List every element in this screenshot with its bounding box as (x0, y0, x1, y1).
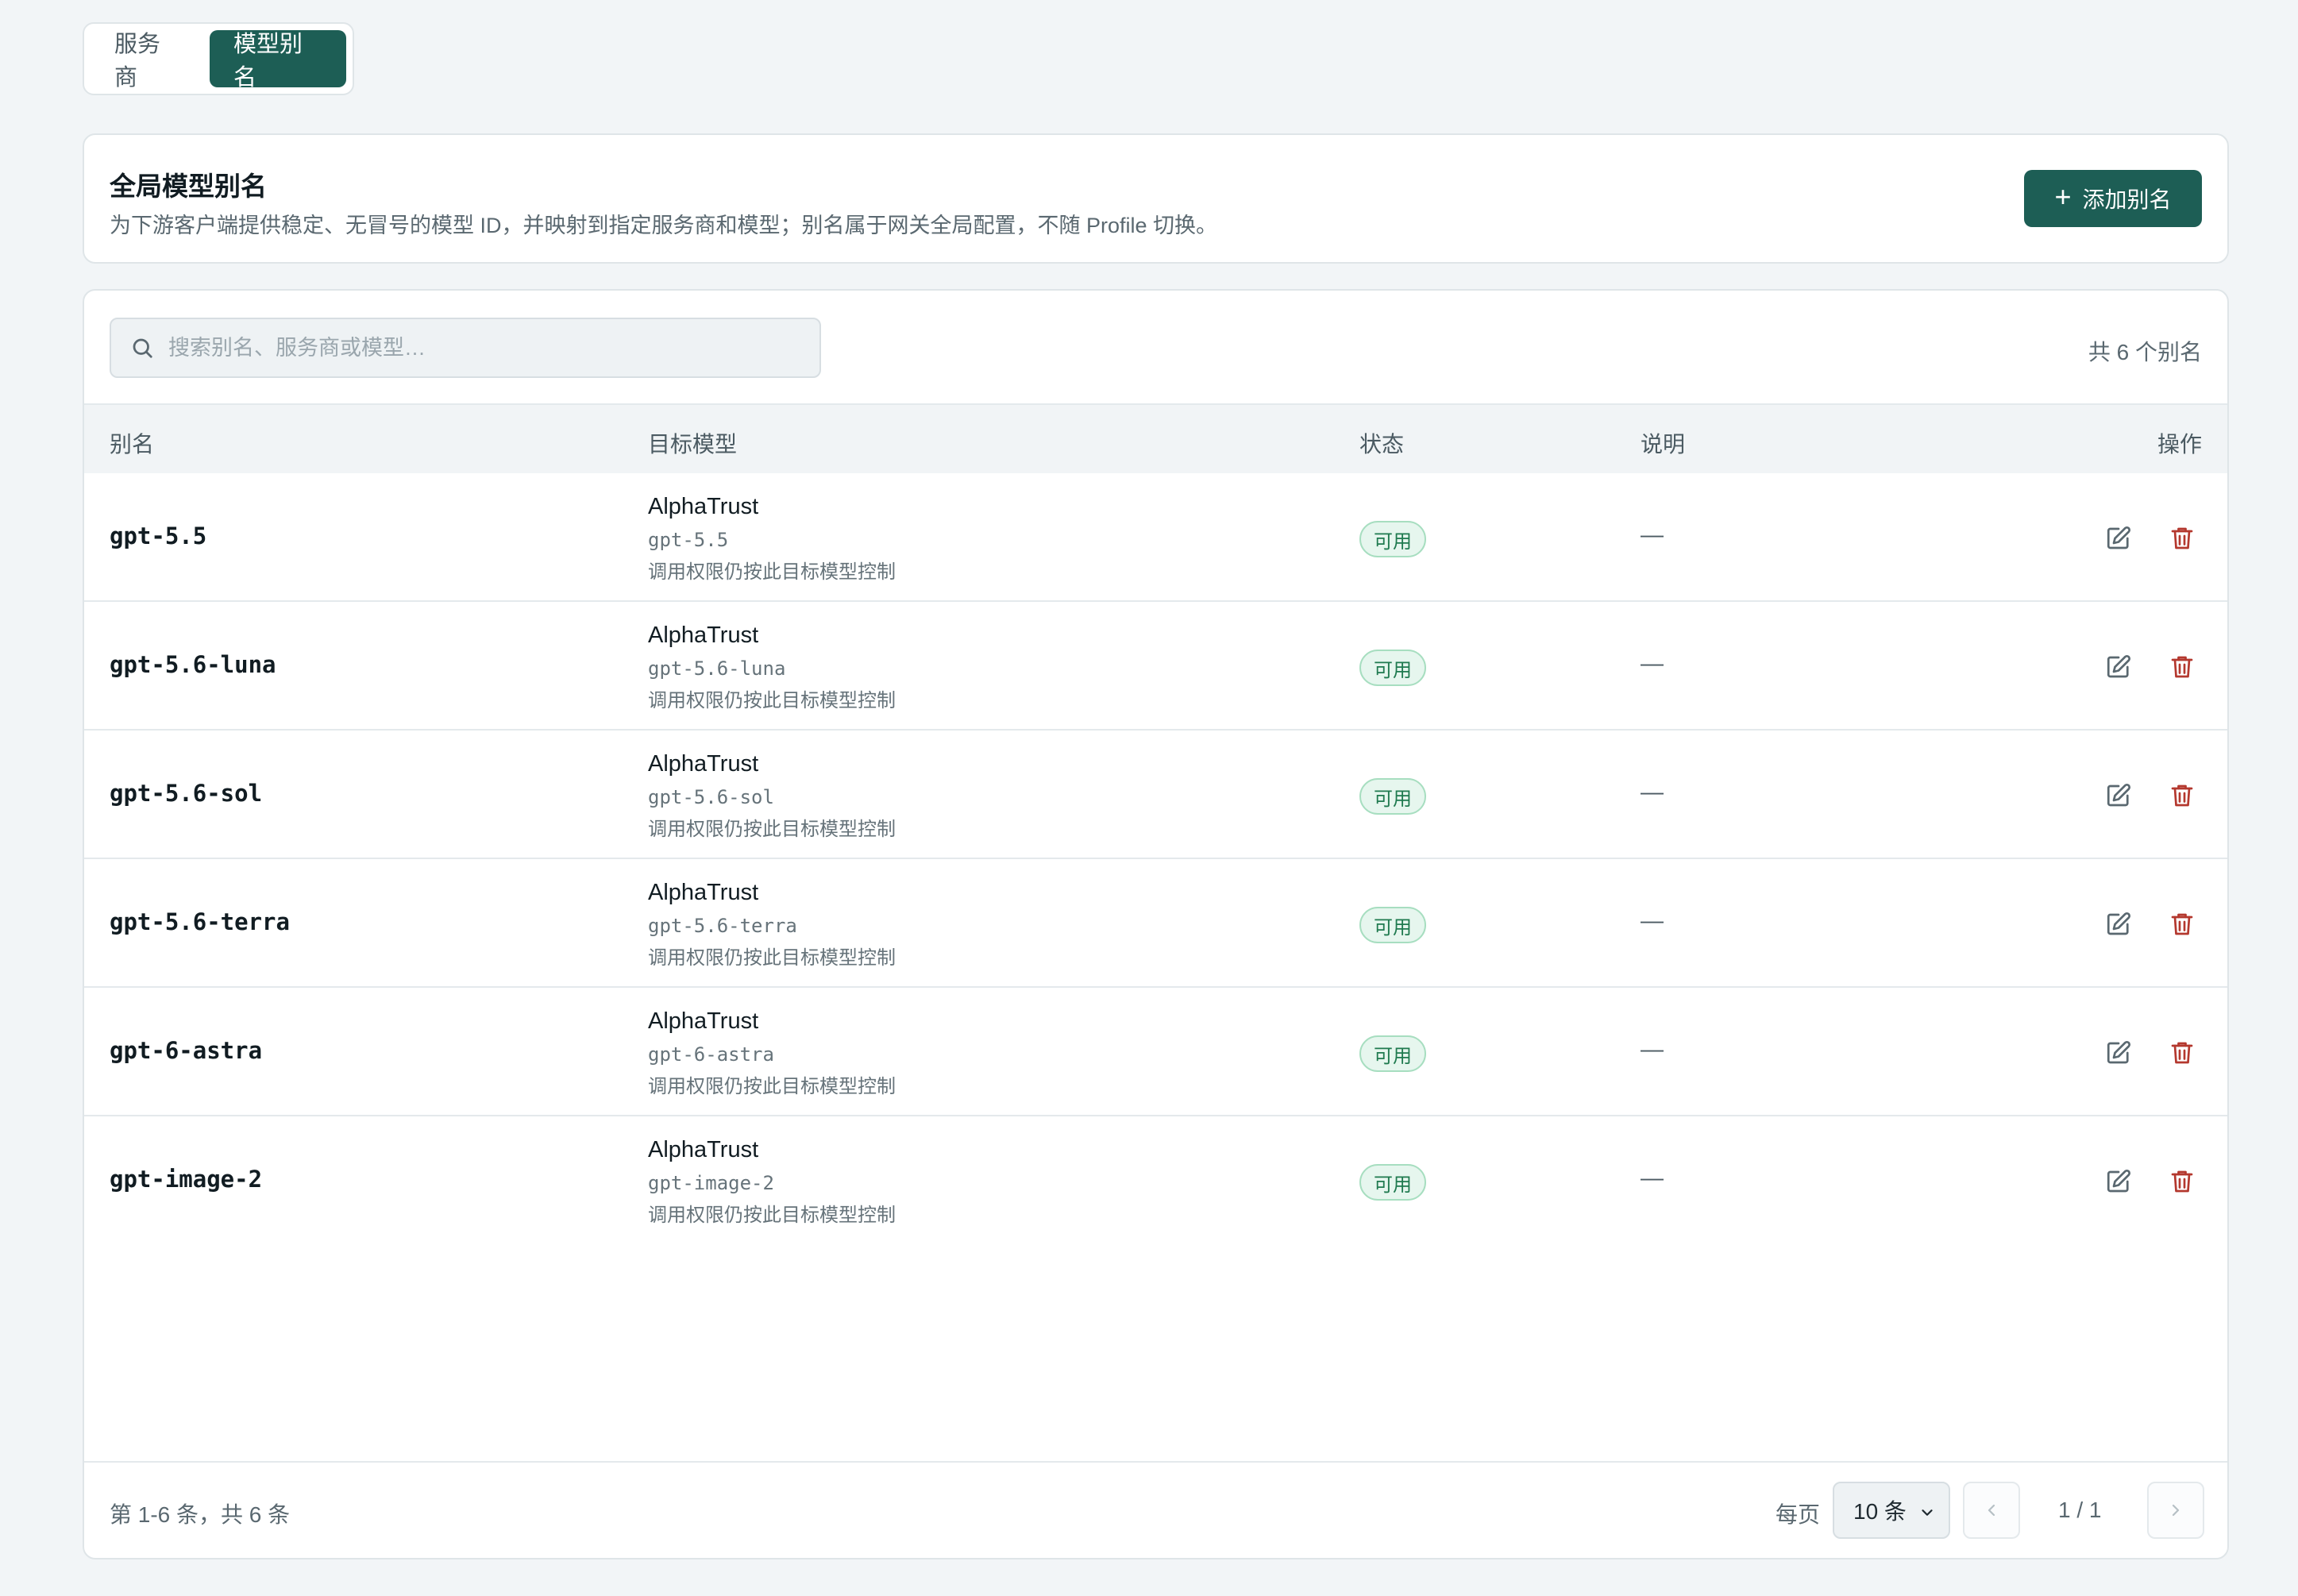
table-header: 别名 目标模型 状态 说明 操作 (84, 403, 2227, 473)
alias-description: — (1641, 522, 1664, 548)
target-note: 调用权限仍按此目标模型控制 (648, 1205, 896, 1226)
edit-icon (2104, 654, 2133, 684)
trash-icon (2168, 527, 2196, 556)
target-provider: AlphaTrust (648, 623, 759, 648)
add-alias-label: 添加别名 (2082, 187, 2172, 212)
target-provider: AlphaTrust (648, 880, 759, 905)
delete-button[interactable] (2168, 781, 2196, 810)
edit-icon (2104, 1040, 2133, 1070)
target-note: 调用权限仍按此目标模型控制 (648, 561, 896, 583)
edit-button[interactable] (2104, 910, 2133, 939)
tab-providers[interactable]: 服务商 (91, 30, 205, 91)
header-card: 全局模型别名 为下游客户端提供稳定、无冒号的模型 ID，并映射到指定服务商和模型… (83, 133, 2229, 264)
edit-icon (2104, 526, 2133, 556)
tab-model-aliases[interactable]: 模型别名 (210, 30, 346, 91)
target-note: 调用权限仍按此目标模型控制 (648, 819, 896, 840)
target-provider: AlphaTrust (648, 751, 759, 777)
trash-icon (2168, 1170, 2196, 1199)
trash-icon (2168, 785, 2196, 813)
alias-description: — (1641, 1037, 1664, 1062)
target-note: 调用权限仍按此目标模型控制 (648, 947, 896, 969)
search-box[interactable] (110, 318, 821, 378)
table-row: gpt-5.6-sol AlphaTrust gpt-5.6-sol 调用权限仍按此目… (84, 731, 2227, 859)
per-page-select[interactable]: 10 条 (1833, 1482, 1950, 1539)
table-row: gpt-image-2 AlphaTrust gpt-image-2 调用权限仍按此目… (84, 1116, 2227, 1245)
add-alias-button[interactable]: + 添加别名 (2024, 170, 2202, 227)
delete-button[interactable] (2168, 1167, 2196, 1196)
page-description: 为下游客户端提供稳定、无冒号的模型 ID，并映射到指定服务商和模型；别名属于网关… (110, 214, 1218, 237)
status-badge: 可用 (1359, 650, 1426, 686)
trash-icon (2168, 1042, 2196, 1070)
chevron-down-icon (1922, 1509, 1933, 1516)
edit-button[interactable] (2104, 1039, 2133, 1067)
target-provider: AlphaTrust (648, 1137, 759, 1162)
plus-icon: + (2054, 180, 2072, 213)
per-page-label: 每页 (1776, 1502, 1821, 1527)
alias-name: gpt-6-astra (110, 1037, 263, 1064)
column-actions: 操作 (2157, 432, 2202, 457)
alias-name: gpt-5.6-sol (110, 780, 263, 807)
target-note: 调用权限仍按此目标模型控制 (648, 690, 896, 711)
status-badge: 可用 (1359, 1164, 1426, 1201)
pagination-bar: 第 1-6 条，共 6 条 每页 10 条 1 / 1 (84, 1461, 2227, 1558)
target-provider: AlphaTrust (648, 1008, 759, 1034)
edit-icon (2104, 912, 2133, 942)
table-row: gpt-5.6-terra AlphaTrust gpt-5.6-terra 调用权限… (84, 859, 2227, 988)
alias-table-card: 共 6 个别名 别名 目标模型 状态 说明 操作 gpt-5.5 AlphaTru… (83, 289, 2229, 1559)
next-page-button[interactable] (2147, 1482, 2204, 1539)
target-note: 调用权限仍按此目标模型控制 (648, 1076, 896, 1097)
column-alias: 别名 (110, 432, 155, 457)
edit-icon (2104, 1169, 2133, 1199)
alias-description: — (1641, 651, 1664, 677)
delete-button[interactable] (2168, 653, 2196, 681)
view-switcher: 服务商 模型别名 (83, 22, 354, 95)
alias-name: gpt-image-2 (110, 1166, 263, 1193)
alias-description: — (1641, 908, 1664, 934)
status-badge: 可用 (1359, 778, 1426, 815)
total-count: 共 6 个别名 (2088, 340, 2202, 364)
trash-icon (2168, 913, 2196, 942)
delete-button[interactable] (2168, 910, 2196, 939)
chevron-right-icon (2172, 1504, 2180, 1517)
edit-button[interactable] (2104, 524, 2133, 553)
table-row: gpt-6-astra AlphaTrust gpt-6-astra 调用权限仍按此目… (84, 988, 2227, 1116)
range-label: 第 1-6 条，共 6 条 (110, 1502, 291, 1527)
search-icon (133, 338, 152, 358)
status-badge: 可用 (1359, 907, 1426, 943)
target-model: gpt-image-2 (648, 1172, 774, 1194)
target-model: gpt-5.6-luna (648, 657, 786, 680)
alias-name: gpt-5.6-luna (110, 651, 276, 678)
alias-name: gpt-5.6-terra (110, 908, 290, 935)
alias-description: — (1641, 1166, 1664, 1191)
status-badge: 可用 (1359, 1035, 1426, 1072)
table-row: gpt-5.6-luna AlphaTrust gpt-5.6-luna 调用权限仍按… (84, 602, 2227, 731)
per-page-value: 10 条 (1853, 1499, 1907, 1524)
prev-page-button[interactable] (1963, 1482, 2020, 1539)
column-description: 说明 (1641, 432, 1686, 457)
delete-button[interactable] (2168, 524, 2196, 553)
edit-button[interactable] (2104, 1167, 2133, 1196)
column-status: 状态 (1359, 432, 1405, 457)
target-model: gpt-5.5 (648, 529, 729, 551)
edit-button[interactable] (2104, 653, 2133, 681)
delete-button[interactable] (2168, 1039, 2196, 1067)
column-target-model: 目标模型 (648, 432, 738, 457)
target-model: gpt-5.6-terra (648, 915, 797, 937)
edit-icon (2104, 783, 2133, 813)
page-indicator: 1 / 1 (2058, 1498, 2102, 1522)
search-input[interactable] (168, 335, 788, 360)
table-row: gpt-5.5 AlphaTrust gpt-5.5 调用权限仍按此目标模型控制 可用 — (84, 473, 2227, 602)
chevron-left-icon (1988, 1504, 1995, 1517)
target-model: gpt-5.6-sol (648, 786, 774, 808)
alias-name: gpt-5.5 (110, 522, 207, 549)
target-provider: AlphaTrust (648, 494, 759, 519)
alias-description: — (1641, 780, 1664, 805)
trash-icon (2168, 656, 2196, 684)
edit-button[interactable] (2104, 781, 2133, 810)
target-model: gpt-6-astra (648, 1043, 774, 1066)
status-badge: 可用 (1359, 521, 1426, 557)
page-title: 全局模型别名 (110, 172, 267, 201)
